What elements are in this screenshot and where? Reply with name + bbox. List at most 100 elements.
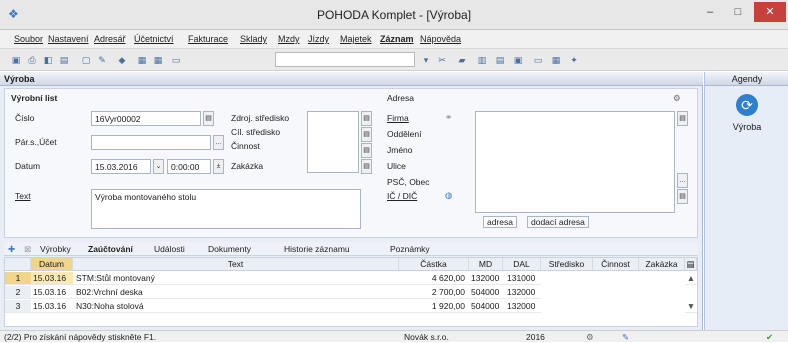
col-text[interactable]: Text [73,258,399,271]
col-datum[interactable]: Datum [31,258,73,271]
cas-spinner[interactable]: ± [213,159,224,174]
cell-castka[interactable]: 2 700,00 [399,286,469,299]
cell-datum[interactable]: 15.03.16 [31,300,73,313]
menu-soubor[interactable]: Soubor [14,34,43,44]
col-zakazka[interactable]: Zakázka [639,258,685,271]
web-icon[interactable]: ◍ [445,190,452,201]
menu-majetek[interactable]: Majetek [340,34,372,44]
toolbar-combo[interactable] [275,52,415,67]
cell-md[interactable]: 504000 [469,286,503,299]
column-chooser-icon[interactable]: ▤ [685,258,697,271]
cell-dal[interactable]: 132000 [503,286,541,299]
agenda-item-vyroba[interactable]: Výroba [705,122,788,132]
cell-datum[interactable]: 15.03.16 [31,272,73,285]
cinnost-picker[interactable]: ▤ [361,143,372,158]
cislo-input[interactable]: 16Vyr00002 [91,111,201,126]
menu-sklady[interactable]: Sklady [240,34,267,44]
print-icon[interactable]: ⎙ [26,54,38,66]
tab-historie[interactable]: Historie záznamu [284,244,350,254]
section-title: Výrobní list [11,93,58,103]
status-settings-icon[interactable]: ⚙ [586,332,594,343]
grid-icon[interactable]: ▦ [550,54,562,66]
list-icon[interactable]: ▭ [532,54,544,66]
psc-label: PSČ, Obec [387,177,430,187]
pars-ellipsis-button[interactable]: … [213,135,224,150]
tab-adresa[interactable]: adresa [483,216,517,228]
cell-text[interactable]: N30:Noha stolová [73,300,399,313]
minimize-button[interactable]: – [696,2,724,22]
edit-icon[interactable]: ✎ [96,54,108,66]
strediska-field[interactable] [307,111,359,173]
text-input[interactable]: Výroba montovaného stolu [91,189,361,229]
cell-md[interactable]: 504000 [469,300,503,313]
zdroj-picker[interactable]: ▤ [361,111,372,126]
cislo-picker-button[interactable]: ▤ [203,111,214,126]
cell-datum[interactable]: 15.03.16 [31,286,73,299]
pars-input[interactable] [91,135,211,150]
col-stredisko[interactable]: Středisko [541,258,593,271]
cas-input[interactable]: 0:00:00 [167,159,211,174]
col-dal[interactable]: DAL [503,258,541,271]
tab-dokumenty[interactable]: Dokumenty [208,244,251,254]
settings-icon[interactable]: ✦ [568,54,580,66]
ban-icon[interactable]: ▣ [512,54,524,66]
link-icon[interactable]: ⚭ [445,112,452,123]
add-icon[interactable]: ✚ [8,244,15,255]
close-button[interactable]: ✕ [754,2,786,22]
filter-icon[interactable]: ▾ [420,54,432,66]
grid-scroll-down[interactable]: ▼ [685,300,697,313]
cell-text[interactable]: B02:Vrchní deska [73,286,399,299]
production-icon[interactable]: ⟳ [736,94,758,116]
maximize-button[interactable]: □ [724,2,752,22]
cil-picker[interactable]: ▤ [361,127,372,142]
menu-nastaveni[interactable]: Nastavení [48,34,89,44]
status-hint: (2/2) Pro získání nápovědy stiskněte F1. [4,332,157,342]
navigate-icon[interactable]: ◆ [116,54,128,66]
copy-icon[interactable]: ▭ [170,54,182,66]
new-record-icon[interactable]: ▢ [80,54,92,66]
menu-mzdy[interactable]: Mzdy [278,34,300,44]
address-picker[interactable]: ▤ [677,111,688,126]
tab-zauctovani[interactable]: Zaúčtování [88,244,133,254]
col-cinnost[interactable]: Činnost [593,258,639,271]
open-icon[interactable]: ▣ [10,54,22,66]
menu-fakturace[interactable]: Fakturace [188,34,228,44]
folder-icon[interactable]: ▰ [456,54,468,66]
address-box[interactable] [475,111,675,213]
datum-dropdown[interactable]: ⌄ [153,159,164,174]
col-md[interactable]: MD [469,258,503,271]
zakazka-picker[interactable]: ▤ [361,159,372,174]
filter-tab-icon[interactable]: ⊠ [24,244,31,255]
obec-ellipsis[interactable]: … [677,173,688,188]
tab-dodaci-adresa[interactable]: dodací adresa [527,216,589,228]
address-settings-icon[interactable]: ⚙ [673,93,681,104]
menu-zaznam[interactable]: Záznam [380,34,414,44]
col-castka[interactable]: Částka [399,258,469,271]
cell-md[interactable]: 132000 [469,272,503,285]
export-icon[interactable]: ▤ [58,54,70,66]
menu-jizdy[interactable]: Jízdy [308,34,329,44]
cell-dal[interactable]: 131000 [503,272,541,285]
preview-icon[interactable]: ◧ [42,54,54,66]
ic-picker[interactable]: ▤ [677,189,688,204]
clear-filter-icon[interactable]: ✂ [436,54,448,66]
tab-udalosti[interactable]: Události [154,244,185,254]
status-edit-icon[interactable]: ✎ [622,332,629,343]
cell-castka[interactable]: 4 620,00 [399,272,469,285]
tab-poznamky[interactable]: Poznámky [390,244,430,254]
menu-ucetnictvi[interactable]: Účetnictví [134,34,174,44]
save-all-icon[interactable]: ▦ [152,54,164,66]
menu-adresar[interactable]: Adresář [94,34,126,44]
menu-napoveda[interactable]: Nápověda [420,34,461,44]
calendar-icon[interactable]: ▥ [476,54,488,66]
zakazka-label: Zakázka [231,161,264,171]
cell-text[interactable]: STM:Stůl montovaný [73,272,399,285]
cell-dal[interactable]: 132000 [503,300,541,313]
status-ok-icon[interactable]: ✔ [766,332,773,343]
cell-castka[interactable]: 1 920,00 [399,300,469,313]
document-icon[interactable]: ▤ [494,54,506,66]
grid-scroll-up[interactable]: ▲ [685,272,697,285]
tab-vyrobky[interactable]: Výrobky [40,244,71,254]
save-icon[interactable]: ▦ [136,54,148,66]
datum-input[interactable]: 15.03.2016 [91,159,151,174]
